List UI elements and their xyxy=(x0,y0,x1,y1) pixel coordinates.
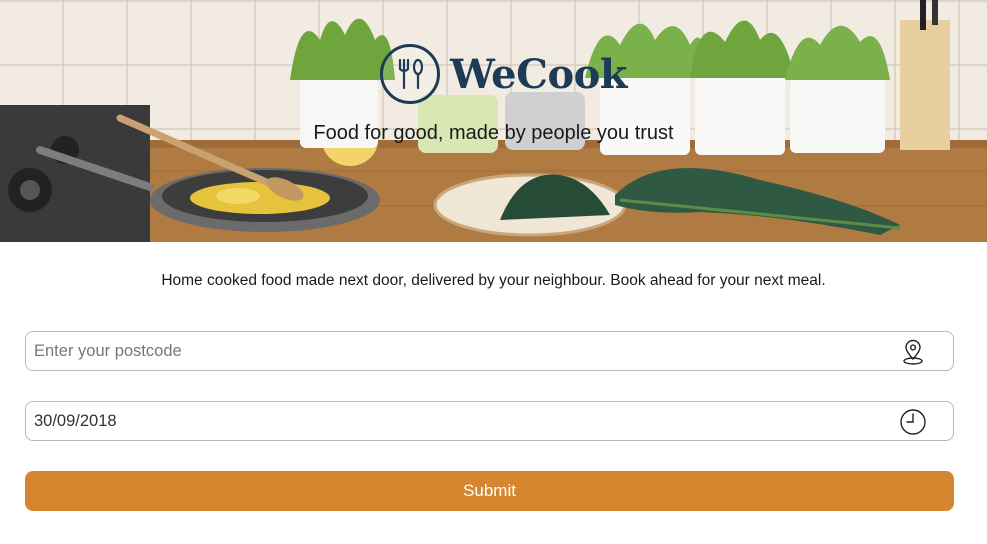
date-field[interactable] xyxy=(25,401,954,441)
brand: WeCook xyxy=(380,44,628,104)
date-input[interactable] xyxy=(26,402,886,440)
submit-button[interactable]: Submit xyxy=(25,471,954,511)
postcode-input[interactable] xyxy=(26,332,886,370)
cutlery-logo-icon xyxy=(380,44,440,104)
clock-icon[interactable] xyxy=(899,408,927,436)
tagline: Food for good, made by people you trust xyxy=(313,122,674,144)
postcode-field[interactable] xyxy=(25,331,954,371)
kitchen-scene-image xyxy=(0,0,987,242)
intro-text: Home cooked food made next door, deliver… xyxy=(161,272,826,289)
hero-banner: WeCook Food for good, made by people you… xyxy=(0,0,987,242)
location-pin-icon[interactable] xyxy=(899,338,927,366)
brand-name: WeCook xyxy=(450,50,628,98)
